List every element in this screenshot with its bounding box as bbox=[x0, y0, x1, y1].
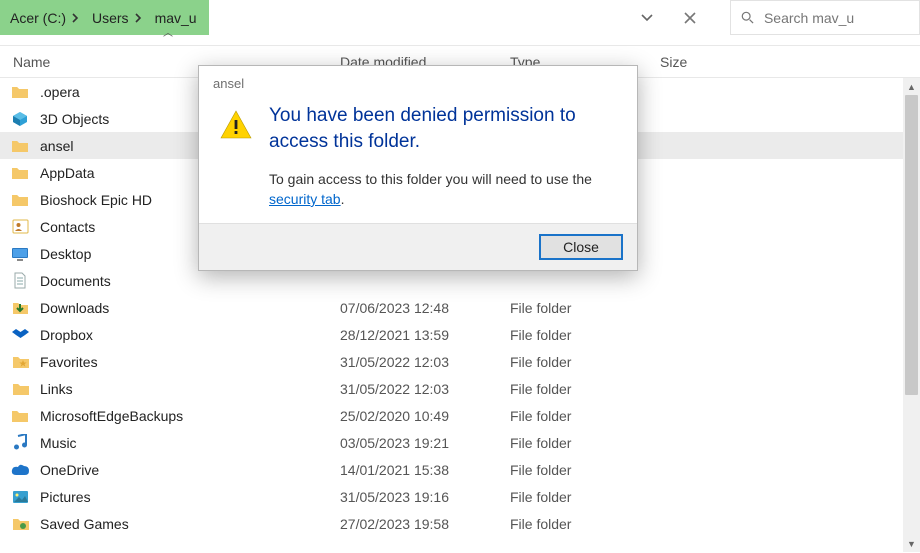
file-date: 07/06/2023 12:48 bbox=[330, 300, 510, 316]
security-tab-link[interactable]: security tab bbox=[269, 191, 341, 207]
file-type: File folder bbox=[510, 435, 660, 451]
file-date: 14/01/2021 15:38 bbox=[330, 462, 510, 478]
close-icon bbox=[684, 12, 696, 24]
folder-icon bbox=[0, 138, 40, 153]
folder-icon bbox=[0, 434, 40, 451]
file-type: File folder bbox=[510, 489, 660, 505]
breadcrumb-label: Acer (C:) bbox=[10, 10, 66, 26]
chevron-down-icon bbox=[641, 14, 653, 22]
folder-icon bbox=[0, 327, 40, 342]
file-name: MicrosoftEdgeBackups bbox=[40, 408, 330, 424]
table-row[interactable]: Downloads07/06/2023 12:48File folder bbox=[0, 294, 920, 321]
file-date: 03/05/2023 19:21 bbox=[330, 435, 510, 451]
divider: ︿ bbox=[0, 35, 920, 46]
folder-icon bbox=[0, 408, 40, 423]
address-gap[interactable] bbox=[209, 0, 626, 35]
folder-icon bbox=[0, 272, 40, 289]
dialog-text: You have been denied permission to acces… bbox=[269, 103, 617, 209]
file-date: 31/05/2022 12:03 bbox=[330, 381, 510, 397]
table-row[interactable]: OneDrive14/01/2021 15:38File folder bbox=[0, 456, 920, 483]
folder-icon bbox=[0, 192, 40, 207]
table-row[interactable]: Pictures31/05/2023 19:16File folder bbox=[0, 483, 920, 510]
file-name: Music bbox=[40, 435, 330, 451]
breadcrumb-item[interactable]: Users bbox=[86, 0, 149, 35]
file-date: 31/05/2022 12:03 bbox=[330, 354, 510, 370]
file-name: Saved Games bbox=[40, 516, 330, 532]
dialog-title: ansel bbox=[199, 66, 637, 99]
table-row[interactable]: MicrosoftEdgeBackups25/02/2020 10:49File… bbox=[0, 402, 920, 429]
search-box[interactable] bbox=[730, 0, 920, 35]
scroll-down-button[interactable]: ▼ bbox=[903, 535, 920, 552]
file-date: 28/12/2021 13:59 bbox=[330, 327, 510, 343]
breadcrumb-item[interactable]: Acer (C:) bbox=[4, 0, 86, 35]
table-row[interactable]: Saved Games27/02/2023 19:58File folder bbox=[0, 510, 920, 537]
table-row[interactable]: Music03/05/2023 19:21File folder bbox=[0, 429, 920, 456]
dialog-heading: You have been denied permission to acces… bbox=[269, 103, 617, 154]
file-date: 27/02/2023 19:58 bbox=[330, 516, 510, 532]
breadcrumb-label: mav_u bbox=[155, 10, 197, 26]
chevron-up-icon[interactable]: ︿ bbox=[163, 24, 173, 39]
close-button[interactable]: Close bbox=[539, 234, 623, 260]
scroll-thumb[interactable] bbox=[905, 95, 918, 395]
file-name: OneDrive bbox=[40, 462, 330, 478]
scrollbar[interactable]: ▲ ▼ bbox=[903, 78, 920, 552]
file-type: File folder bbox=[510, 354, 660, 370]
warning-icon bbox=[219, 103, 253, 209]
breadcrumb-label: Users bbox=[92, 10, 129, 26]
folder-icon bbox=[0, 354, 40, 370]
folder-icon bbox=[0, 111, 40, 127]
folder-icon bbox=[0, 84, 40, 99]
dialog-footer: Close bbox=[199, 223, 637, 270]
permission-denied-dialog: ansel You have been denied permission to… bbox=[198, 65, 638, 271]
folder-icon bbox=[0, 490, 40, 504]
folder-icon bbox=[0, 300, 40, 316]
folder-icon bbox=[0, 381, 40, 396]
chevron-right-icon bbox=[72, 13, 80, 23]
table-row[interactable]: Links31/05/2022 12:03File folder bbox=[0, 375, 920, 402]
scroll-up-button[interactable]: ▲ bbox=[903, 78, 920, 95]
folder-icon bbox=[0, 464, 40, 476]
history-dropdown-button[interactable] bbox=[626, 0, 668, 35]
file-type: File folder bbox=[510, 408, 660, 424]
dialog-body: You have been denied permission to acces… bbox=[199, 99, 637, 223]
file-name: Links bbox=[40, 381, 330, 397]
file-type: File folder bbox=[510, 327, 660, 343]
folder-icon bbox=[0, 516, 40, 531]
table-row[interactable]: Dropbox28/12/2021 13:59File folder bbox=[0, 321, 920, 348]
folder-icon bbox=[0, 165, 40, 180]
file-type: File folder bbox=[510, 516, 660, 532]
file-name: Dropbox bbox=[40, 327, 330, 343]
file-type: File folder bbox=[510, 381, 660, 397]
clear-address-button[interactable] bbox=[668, 0, 712, 35]
search-icon bbox=[741, 10, 754, 25]
dialog-msg-pre: To gain access to this folder you will n… bbox=[269, 171, 592, 187]
table-row[interactable]: Favorites31/05/2022 12:03File folder bbox=[0, 348, 920, 375]
file-name: Favorites bbox=[40, 354, 330, 370]
file-type: File folder bbox=[510, 462, 660, 478]
file-name: Documents bbox=[40, 273, 330, 289]
search-input[interactable] bbox=[764, 10, 909, 26]
folder-icon bbox=[0, 247, 40, 261]
column-header-size[interactable]: Size bbox=[660, 54, 760, 70]
file-name: Pictures bbox=[40, 489, 330, 505]
top-controls bbox=[626, 0, 920, 35]
folder-icon bbox=[0, 219, 40, 234]
file-name: Downloads bbox=[40, 300, 330, 316]
dialog-message: To gain access to this folder you will n… bbox=[269, 170, 617, 209]
file-type: File folder bbox=[510, 300, 660, 316]
top-bar: Acer (C:) Users mav_u bbox=[0, 0, 920, 35]
file-date: 25/02/2020 10:49 bbox=[330, 408, 510, 424]
dialog-msg-post: . bbox=[341, 191, 345, 207]
chevron-right-icon bbox=[135, 13, 143, 23]
file-date: 31/05/2023 19:16 bbox=[330, 489, 510, 505]
breadcrumb-item[interactable]: mav_u bbox=[149, 0, 203, 35]
breadcrumb[interactable]: Acer (C:) Users mav_u bbox=[0, 0, 209, 35]
